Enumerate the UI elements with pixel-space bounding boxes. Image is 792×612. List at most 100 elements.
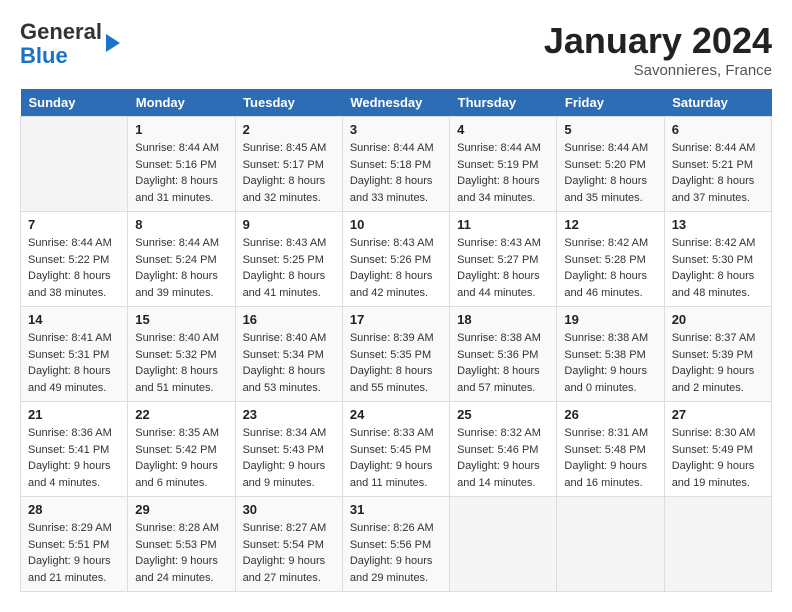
sunrise-text: Sunrise: 8:32 AM xyxy=(457,425,549,442)
title-block: January 2024 Savonnieres, France xyxy=(544,20,772,79)
sunrise-text: Sunrise: 8:43 AM xyxy=(457,235,549,252)
daylight-text-line2: and 35 minutes. xyxy=(564,190,656,207)
sunrise-text: Sunrise: 8:41 AM xyxy=(28,330,120,347)
day-number: 22 xyxy=(135,407,227,422)
day-number: 3 xyxy=(350,122,442,137)
daylight-text-line1: Daylight: 9 hours xyxy=(457,458,549,475)
logo-arrow-icon xyxy=(106,34,120,52)
calendar-cell: 19Sunrise: 8:38 AMSunset: 5:38 PMDayligh… xyxy=(557,307,664,402)
day-info: Sunrise: 8:40 AMSunset: 5:32 PMDaylight:… xyxy=(135,330,227,396)
daylight-text-line1: Daylight: 8 hours xyxy=(672,173,764,190)
daylight-text-line1: Daylight: 8 hours xyxy=(350,173,442,190)
calendar-cell: 14Sunrise: 8:41 AMSunset: 5:31 PMDayligh… xyxy=(21,307,128,402)
day-info: Sunrise: 8:37 AMSunset: 5:39 PMDaylight:… xyxy=(672,330,764,396)
calendar-cell: 4 Sunrise: 8:44 AMSunset: 5:19 PMDaylight… xyxy=(450,117,557,212)
calendar-cell: 9Sunrise: 8:43 AMSunset: 5:25 PMDaylight… xyxy=(235,212,342,307)
sunrise-text: Sunrise: 8:36 AM xyxy=(28,425,120,442)
daylight-text-line1: Daylight: 8 hours xyxy=(457,363,549,380)
calendar-cell: 29Sunrise: 8:28 AMSunset: 5:53 PMDayligh… xyxy=(128,497,235,592)
calendar-cell: 26Sunrise: 8:31 AMSunset: 5:48 PMDayligh… xyxy=(557,402,664,497)
day-info: Sunrise: 8:34 AMSunset: 5:43 PMDaylight:… xyxy=(243,425,335,491)
day-number: 31 xyxy=(350,502,442,517)
calendar-cell: 25Sunrise: 8:32 AMSunset: 5:46 PMDayligh… xyxy=(450,402,557,497)
sunrise-text: Sunrise: 8:33 AM xyxy=(350,425,442,442)
sunset-text: Sunset: 5:17 PM xyxy=(243,157,335,174)
day-header-saturday: Saturday xyxy=(664,89,771,117)
calendar-cell: 16Sunrise: 8:40 AMSunset: 5:34 PMDayligh… xyxy=(235,307,342,402)
day-number: 5 xyxy=(564,122,656,137)
day-number: 20 xyxy=(672,312,764,327)
day-header-monday: Monday xyxy=(128,89,235,117)
day-info: Sunrise: 8:38 AMSunset: 5:36 PMDaylight:… xyxy=(457,330,549,396)
calendar-cell: 20 Sunrise: 8:37 AMSunset: 5:39 PMDayligh… xyxy=(664,307,771,402)
day-info: Sunrise: 8:44 AMSunset: 5:19 PMDaylight:… xyxy=(457,140,549,206)
daylight-text-line1: Daylight: 9 hours xyxy=(672,458,764,475)
sunset-text: Sunset: 5:39 PM xyxy=(672,347,764,364)
sunset-text: Sunset: 5:30 PM xyxy=(672,252,764,269)
daylight-text-line1: Daylight: 9 hours xyxy=(243,553,335,570)
day-number: 25 xyxy=(457,407,549,422)
day-number: 1 xyxy=(135,122,227,137)
daylight-text-line1: Daylight: 8 hours xyxy=(243,173,335,190)
day-number: 30 xyxy=(243,502,335,517)
daylight-text-line1: Daylight: 8 hours xyxy=(457,173,549,190)
day-header-thursday: Thursday xyxy=(450,89,557,117)
calendar-cell: 6 Sunrise: 8:44 AMSunset: 5:21 PMDaylight… xyxy=(664,117,771,212)
daylight-text-line2: and 6 minutes. xyxy=(135,475,227,492)
daylight-text-line1: Daylight: 8 hours xyxy=(135,268,227,285)
calendar-cell: 17Sunrise: 8:39 AMSunset: 5:35 PMDayligh… xyxy=(342,307,449,402)
day-number: 12 xyxy=(564,217,656,232)
calendar-cell: 23Sunrise: 8:34 AMSunset: 5:43 PMDayligh… xyxy=(235,402,342,497)
sunset-text: Sunset: 5:43 PM xyxy=(243,442,335,459)
daylight-text-line2: and 53 minutes. xyxy=(243,380,335,397)
sunrise-text: Sunrise: 8:44 AM xyxy=(350,140,442,157)
daylight-text-line1: Daylight: 9 hours xyxy=(350,553,442,570)
sunset-text: Sunset: 5:32 PM xyxy=(135,347,227,364)
daylight-text-line2: and 16 minutes. xyxy=(564,475,656,492)
daylight-text-line1: Daylight: 8 hours xyxy=(135,173,227,190)
daylight-text-line1: Daylight: 8 hours xyxy=(28,363,120,380)
sunset-text: Sunset: 5:51 PM xyxy=(28,537,120,554)
sunrise-text: Sunrise: 8:44 AM xyxy=(672,140,764,157)
daylight-text-line2: and 51 minutes. xyxy=(135,380,227,397)
day-number: 6 xyxy=(672,122,764,137)
calendar-cell: 27Sunrise: 8:30 AMSunset: 5:49 PMDayligh… xyxy=(664,402,771,497)
sunset-text: Sunset: 5:49 PM xyxy=(672,442,764,459)
daylight-text-line1: Daylight: 9 hours xyxy=(135,553,227,570)
sunrise-text: Sunrise: 8:37 AM xyxy=(672,330,764,347)
sunset-text: Sunset: 5:41 PM xyxy=(28,442,120,459)
calendar-week-3: 14Sunrise: 8:41 AMSunset: 5:31 PMDayligh… xyxy=(21,307,772,402)
daylight-text-line2: and 9 minutes. xyxy=(243,475,335,492)
calendar-cell: 5 Sunrise: 8:44 AMSunset: 5:20 PMDaylight… xyxy=(557,117,664,212)
day-info: Sunrise: 8:36 AMSunset: 5:41 PMDaylight:… xyxy=(28,425,120,491)
daylight-text-line2: and 2 minutes. xyxy=(672,380,764,397)
day-info: Sunrise: 8:43 AMSunset: 5:25 PMDaylight:… xyxy=(243,235,335,301)
day-header-friday: Friday xyxy=(557,89,664,117)
month-title: January 2024 xyxy=(544,20,772,62)
day-info: Sunrise: 8:26 AMSunset: 5:56 PMDaylight:… xyxy=(350,520,442,586)
daylight-text-line1: Daylight: 8 hours xyxy=(350,363,442,380)
sunset-text: Sunset: 5:22 PM xyxy=(28,252,120,269)
daylight-text-line1: Daylight: 8 hours xyxy=(28,268,120,285)
day-number: 18 xyxy=(457,312,549,327)
calendar-week-5: 28Sunrise: 8:29 AMSunset: 5:51 PMDayligh… xyxy=(21,497,772,592)
logo-general: General xyxy=(20,19,102,44)
day-number: 10 xyxy=(350,217,442,232)
sunset-text: Sunset: 5:42 PM xyxy=(135,442,227,459)
day-info: Sunrise: 8:27 AMSunset: 5:54 PMDaylight:… xyxy=(243,520,335,586)
sunset-text: Sunset: 5:16 PM xyxy=(135,157,227,174)
day-number: 16 xyxy=(243,312,335,327)
day-info: Sunrise: 8:42 AMSunset: 5:30 PMDaylight:… xyxy=(672,235,764,301)
sunrise-text: Sunrise: 8:38 AM xyxy=(457,330,549,347)
sunrise-text: Sunrise: 8:44 AM xyxy=(135,235,227,252)
sunset-text: Sunset: 5:21 PM xyxy=(672,157,764,174)
day-info: Sunrise: 8:44 AMSunset: 5:20 PMDaylight:… xyxy=(564,140,656,206)
sunset-text: Sunset: 5:54 PM xyxy=(243,537,335,554)
sunset-text: Sunset: 5:35 PM xyxy=(350,347,442,364)
sunrise-text: Sunrise: 8:43 AM xyxy=(350,235,442,252)
calendar-week-4: 21Sunrise: 8:36 AMSunset: 5:41 PMDayligh… xyxy=(21,402,772,497)
daylight-text-line2: and 19 minutes. xyxy=(672,475,764,492)
sunrise-text: Sunrise: 8:27 AM xyxy=(243,520,335,537)
sunrise-text: Sunrise: 8:42 AM xyxy=(672,235,764,252)
day-number: 4 xyxy=(457,122,549,137)
